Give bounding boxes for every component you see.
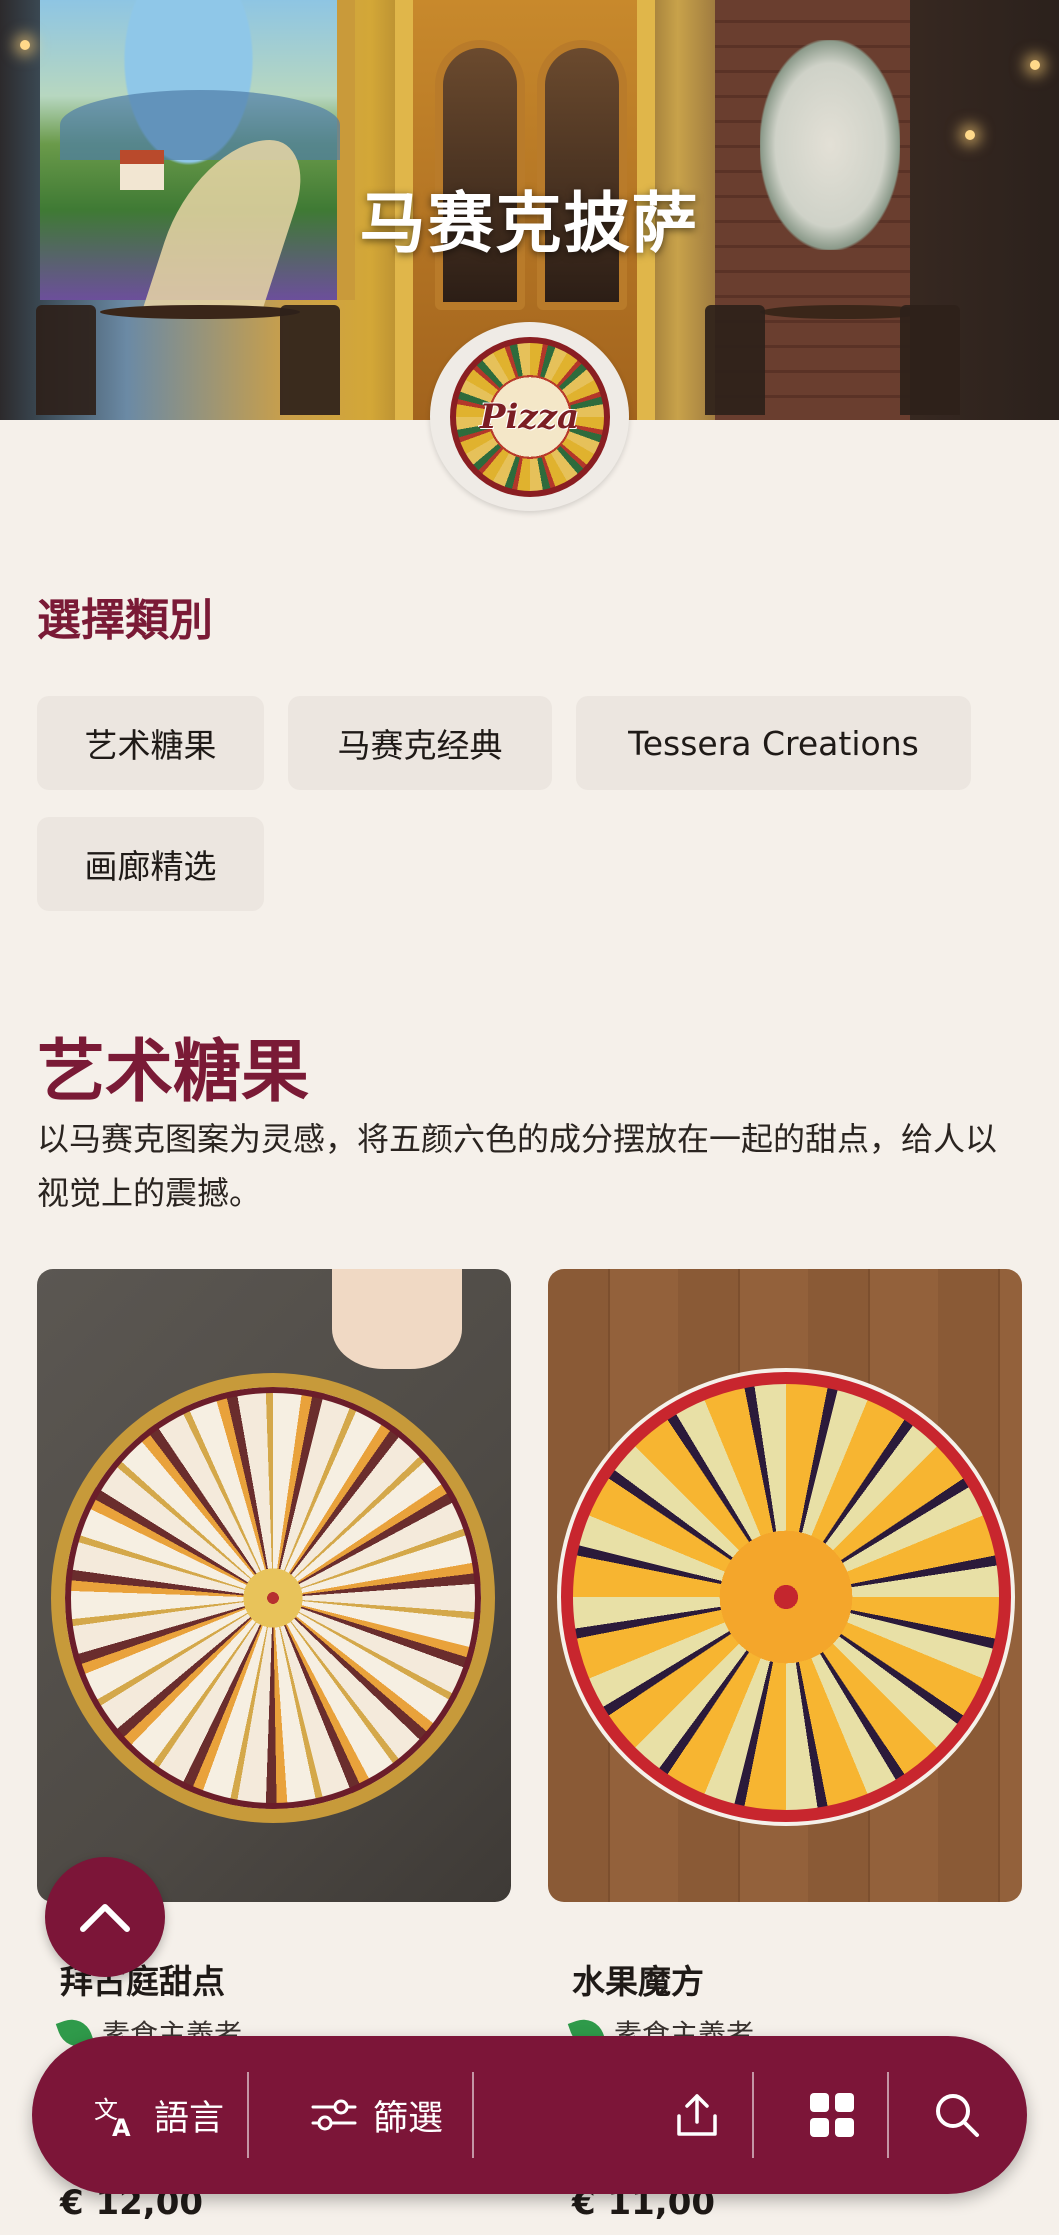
chair: [36, 305, 96, 415]
divider: [752, 2072, 754, 2158]
lamp: [965, 130, 975, 140]
filter-button[interactable]: 篩選: [282, 2036, 472, 2194]
category-chip-mosaic-classic[interactable]: 马赛克经典: [288, 696, 552, 790]
language-label: 語言: [153, 2098, 224, 2139]
section-description: 以马赛克图案为灵感，将五颜六色的成分摆放在一起的甜点，给人以视觉上的震撼。: [37, 1120, 998, 1212]
language-button[interactable]: 文 A 語言: [68, 2036, 248, 2194]
restaurant-logo: Pizza: [430, 322, 629, 511]
lamp: [1030, 60, 1040, 70]
share-icon: [677, 2094, 717, 2136]
mural-hill: [60, 90, 340, 160]
category-chip-art-candy[interactable]: 艺术糖果: [37, 696, 264, 790]
share-button[interactable]: [642, 2036, 752, 2194]
logo-text: Pizza: [479, 396, 580, 437]
mosaic-plate: [51, 1373, 495, 1823]
search-button[interactable]: [902, 2036, 1012, 2194]
divider: [247, 2072, 249, 2158]
category-chip-tessera-creations[interactable]: Tessera Creations: [576, 696, 971, 790]
categories-heading: 選擇類別: [37, 595, 213, 646]
table: [100, 305, 300, 319]
category-chip-label: 马赛克经典: [337, 726, 503, 765]
bottom-toolbar: 文 A 語言 篩選: [32, 2036, 1027, 2194]
filter-icon: [311, 2099, 357, 2131]
product-image-fruit-cube[interactable]: [548, 1269, 1022, 1902]
bottle: [332, 1269, 462, 1369]
product-image-byzantine-dessert[interactable]: [37, 1269, 511, 1902]
translate-icon: 文 A: [94, 2096, 131, 2138]
category-chip-gallery-selection[interactable]: 画廊精选: [37, 817, 264, 911]
category-chip-label: Tessera Creations: [628, 723, 919, 763]
chair: [280, 305, 340, 415]
grid-icon: [810, 2093, 854, 2137]
divider: [887, 2072, 889, 2158]
category-chip-label: 艺术糖果: [84, 726, 217, 765]
category-chip-label: 画廊精选: [84, 847, 217, 886]
product-name[interactable]: 水果魔方: [572, 1955, 704, 2003]
section-title: 艺术糖果: [37, 1033, 310, 1112]
divider: [472, 2072, 474, 2158]
chair: [900, 305, 960, 415]
chevron-up-icon: [80, 1904, 130, 1932]
chair: [705, 305, 765, 415]
svg-text:A: A: [112, 2114, 131, 2138]
search-icon: [936, 2094, 979, 2137]
filter-label: 篩選: [372, 2098, 443, 2139]
scroll-to-top-button[interactable]: [45, 1857, 165, 1977]
fruit-mosaic-plate: [561, 1372, 1011, 1822]
lamp: [20, 40, 30, 50]
grid-view-button[interactable]: [777, 2036, 887, 2194]
restaurant-name: 马赛克披萨: [359, 185, 700, 262]
pizza-logo-icon: Pizza: [449, 336, 610, 497]
